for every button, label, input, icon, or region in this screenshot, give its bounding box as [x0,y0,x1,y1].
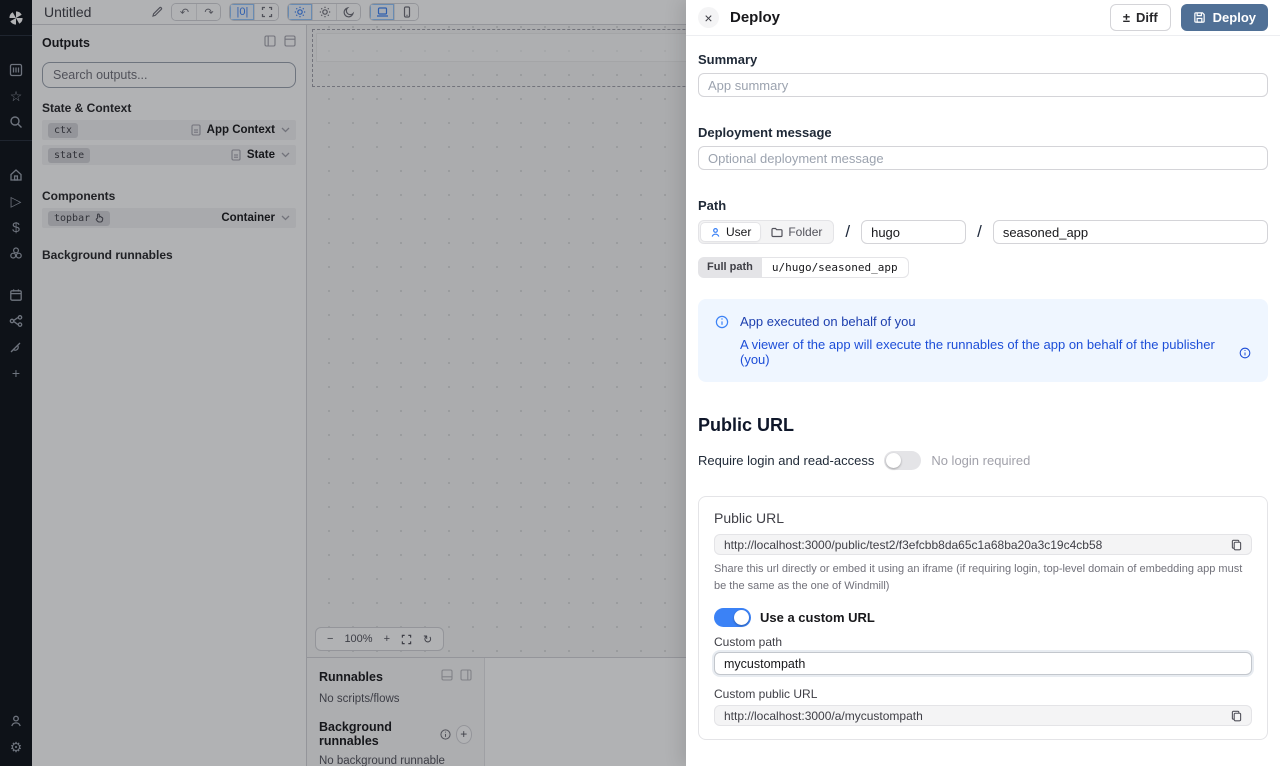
deploy-button[interactable]: Deploy [1181,4,1268,31]
deploy-body: Summary Deployment message Path User [686,36,1280,766]
path-owner-input[interactable] [861,220,966,244]
require-login-label: Require login and read-access [698,453,874,468]
custom-url-toggle[interactable] [714,608,751,627]
deploy-drawer: × Deploy ± Diff Deploy Summary Deploymen… [686,0,1280,766]
path-name-input[interactable] [993,220,1268,244]
custom-path-input[interactable] [714,652,1252,675]
custom-path-label: Custom path [714,635,1252,649]
copy-icon[interactable] [1231,710,1242,722]
modal-dim-overlay[interactable] [0,0,686,766]
require-login-row: Require login and read-access No login r… [698,451,1268,470]
full-path-badge: Full path u/hugo/seasoned_app [698,257,909,278]
owner-kind-folder[interactable]: Folder [762,223,831,241]
path-label: Path [698,198,1268,213]
full-path-label: Full path [698,257,762,278]
owner-kind-toggle: User Folder [698,220,834,244]
deploy-header: × Deploy ± Diff Deploy [686,0,1280,36]
require-login-toggle[interactable] [884,451,921,470]
on-behalf-body: A viewer of the app will execute the run… [740,337,1232,367]
app-root: ☆ ▷ $ + ⚙ Untitled [0,0,1280,766]
share-note: Share this url directly or embed it usin… [714,561,1252,594]
require-login-state: No login required [931,453,1030,468]
plus-minus-icon: ± [1123,10,1130,25]
public-url-box-title: Public URL [714,510,1252,526]
user-icon [710,227,721,238]
info-circle-icon [715,315,729,367]
save-icon [1193,11,1206,24]
public-url-value: http://localhost:3000/public/test2/f3efc… [724,538,1223,552]
deployment-message-label: Deployment message [698,125,1268,140]
public-url-box: Public URL http://localhost:3000/public/… [698,496,1268,740]
custom-public-url-label: Custom public URL [714,687,1252,701]
full-path-value: u/hugo/seasoned_app [762,257,909,278]
summary-label: Summary [698,52,1268,67]
path-separator: / [845,222,850,242]
custom-url-row: Use a custom URL [714,608,1252,627]
on-behalf-title: App executed on behalf of you [740,314,1251,329]
public-url-field: http://localhost:3000/public/test2/f3efc… [714,534,1252,555]
owner-kind-user[interactable]: User [701,223,760,241]
custom-url-toggle-label: Use a custom URL [760,610,875,625]
custom-public-url-field: http://localhost:3000/a/mycustompath [714,705,1252,726]
deploy-title: Deploy [730,9,780,26]
folder-icon [771,227,783,238]
path-row: User Folder / / [698,220,1268,244]
path-separator: / [977,222,982,242]
close-icon[interactable]: × [698,7,719,28]
summary-input[interactable] [698,73,1268,97]
on-behalf-infobox: App executed on behalf of you A viewer o… [698,299,1268,382]
custom-public-url-value: http://localhost:3000/a/mycustompath [724,709,1223,723]
copy-icon[interactable] [1231,539,1242,551]
public-url-heading: Public URL [698,415,1268,436]
info-circle-icon [1239,347,1251,359]
diff-button[interactable]: ± Diff [1110,4,1171,31]
deployment-message-input[interactable] [698,146,1268,170]
